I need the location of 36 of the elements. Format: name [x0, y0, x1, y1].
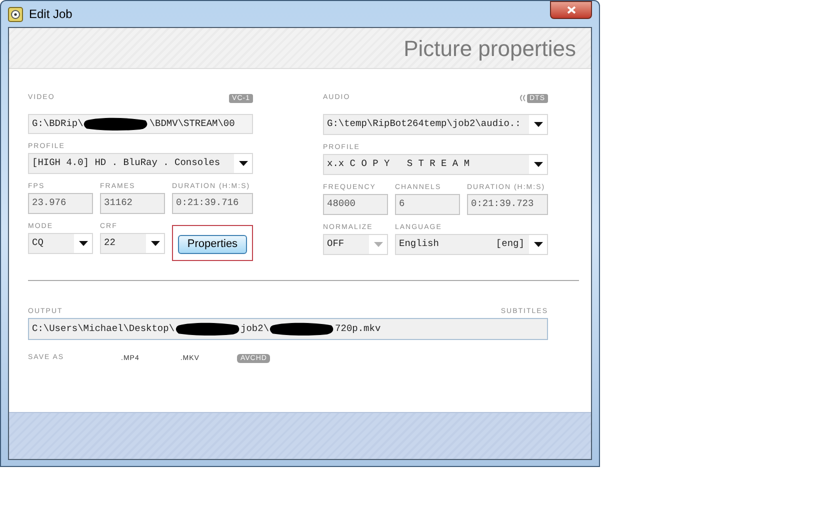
- close-icon: [566, 6, 576, 14]
- dropdown[interactable]: [HIGH 4.0] HD . BluRay . Consoles: [28, 153, 253, 174]
- properties-button[interactable]: Properties: [178, 234, 247, 254]
- readonly-field: 0:21:39.723: [467, 194, 548, 215]
- dropdown[interactable]: 22: [100, 233, 165, 254]
- dropdown-value: OFF: [324, 235, 369, 254]
- readonly-field: 0:21:39.716: [172, 193, 253, 214]
- window-title: Edit Job: [29, 6, 72, 23]
- path-text: C:\Users\Michael\Desktop\: [32, 322, 175, 336]
- dropdown[interactable]: G:\temp\RipBot264temp\job2\audio.:: [323, 114, 548, 135]
- dropdown[interactable]: CQ: [28, 233, 93, 254]
- path-text: \BDMV\STREAM\00: [149, 116, 235, 131]
- redaction-mark: [269, 321, 336, 337]
- output-path-field[interactable]: C:\Users\Michael\Desktop\ job2\ 720p.mkv: [28, 318, 548, 340]
- redaction-mark: [83, 116, 150, 132]
- dropdown-value: [HIGH 4.0] HD . BluRay . Consoles: [29, 154, 234, 173]
- readonly-field: 23.976: [28, 193, 93, 214]
- path-field[interactable]: G:\BDRip\ \BDMV\STREAM\00: [28, 114, 253, 134]
- sound-waves-icon: [518, 94, 526, 102]
- page-title: Picture properties: [404, 34, 576, 63]
- app-icon: [8, 6, 23, 22]
- path-text: job2\: [240, 322, 270, 336]
- dropdown-value: CQ: [29, 234, 74, 253]
- close-button[interactable]: [550, 1, 592, 19]
- redaction-mark: [174, 321, 241, 337]
- dropdown-value: 22: [101, 234, 146, 253]
- dropdown-value: English [eng]: [396, 235, 529, 254]
- dropdown-value: x.x C O P Y S T R E A M: [324, 155, 529, 174]
- readonly-field: 48000: [323, 194, 388, 215]
- path-text: G:\BDRip\: [32, 116, 84, 131]
- readonly-field: 6: [395, 194, 460, 215]
- dropdown[interactable]: English [eng]: [395, 234, 548, 255]
- path-text: 720p.mkv: [335, 322, 381, 336]
- readonly-field: 31162: [100, 193, 165, 214]
- dropdown-value: G:\temp\RipBot264temp\job2\audio.:: [324, 115, 529, 134]
- dropdown[interactable]: x.x C O P Y S T R E A M: [323, 154, 548, 175]
